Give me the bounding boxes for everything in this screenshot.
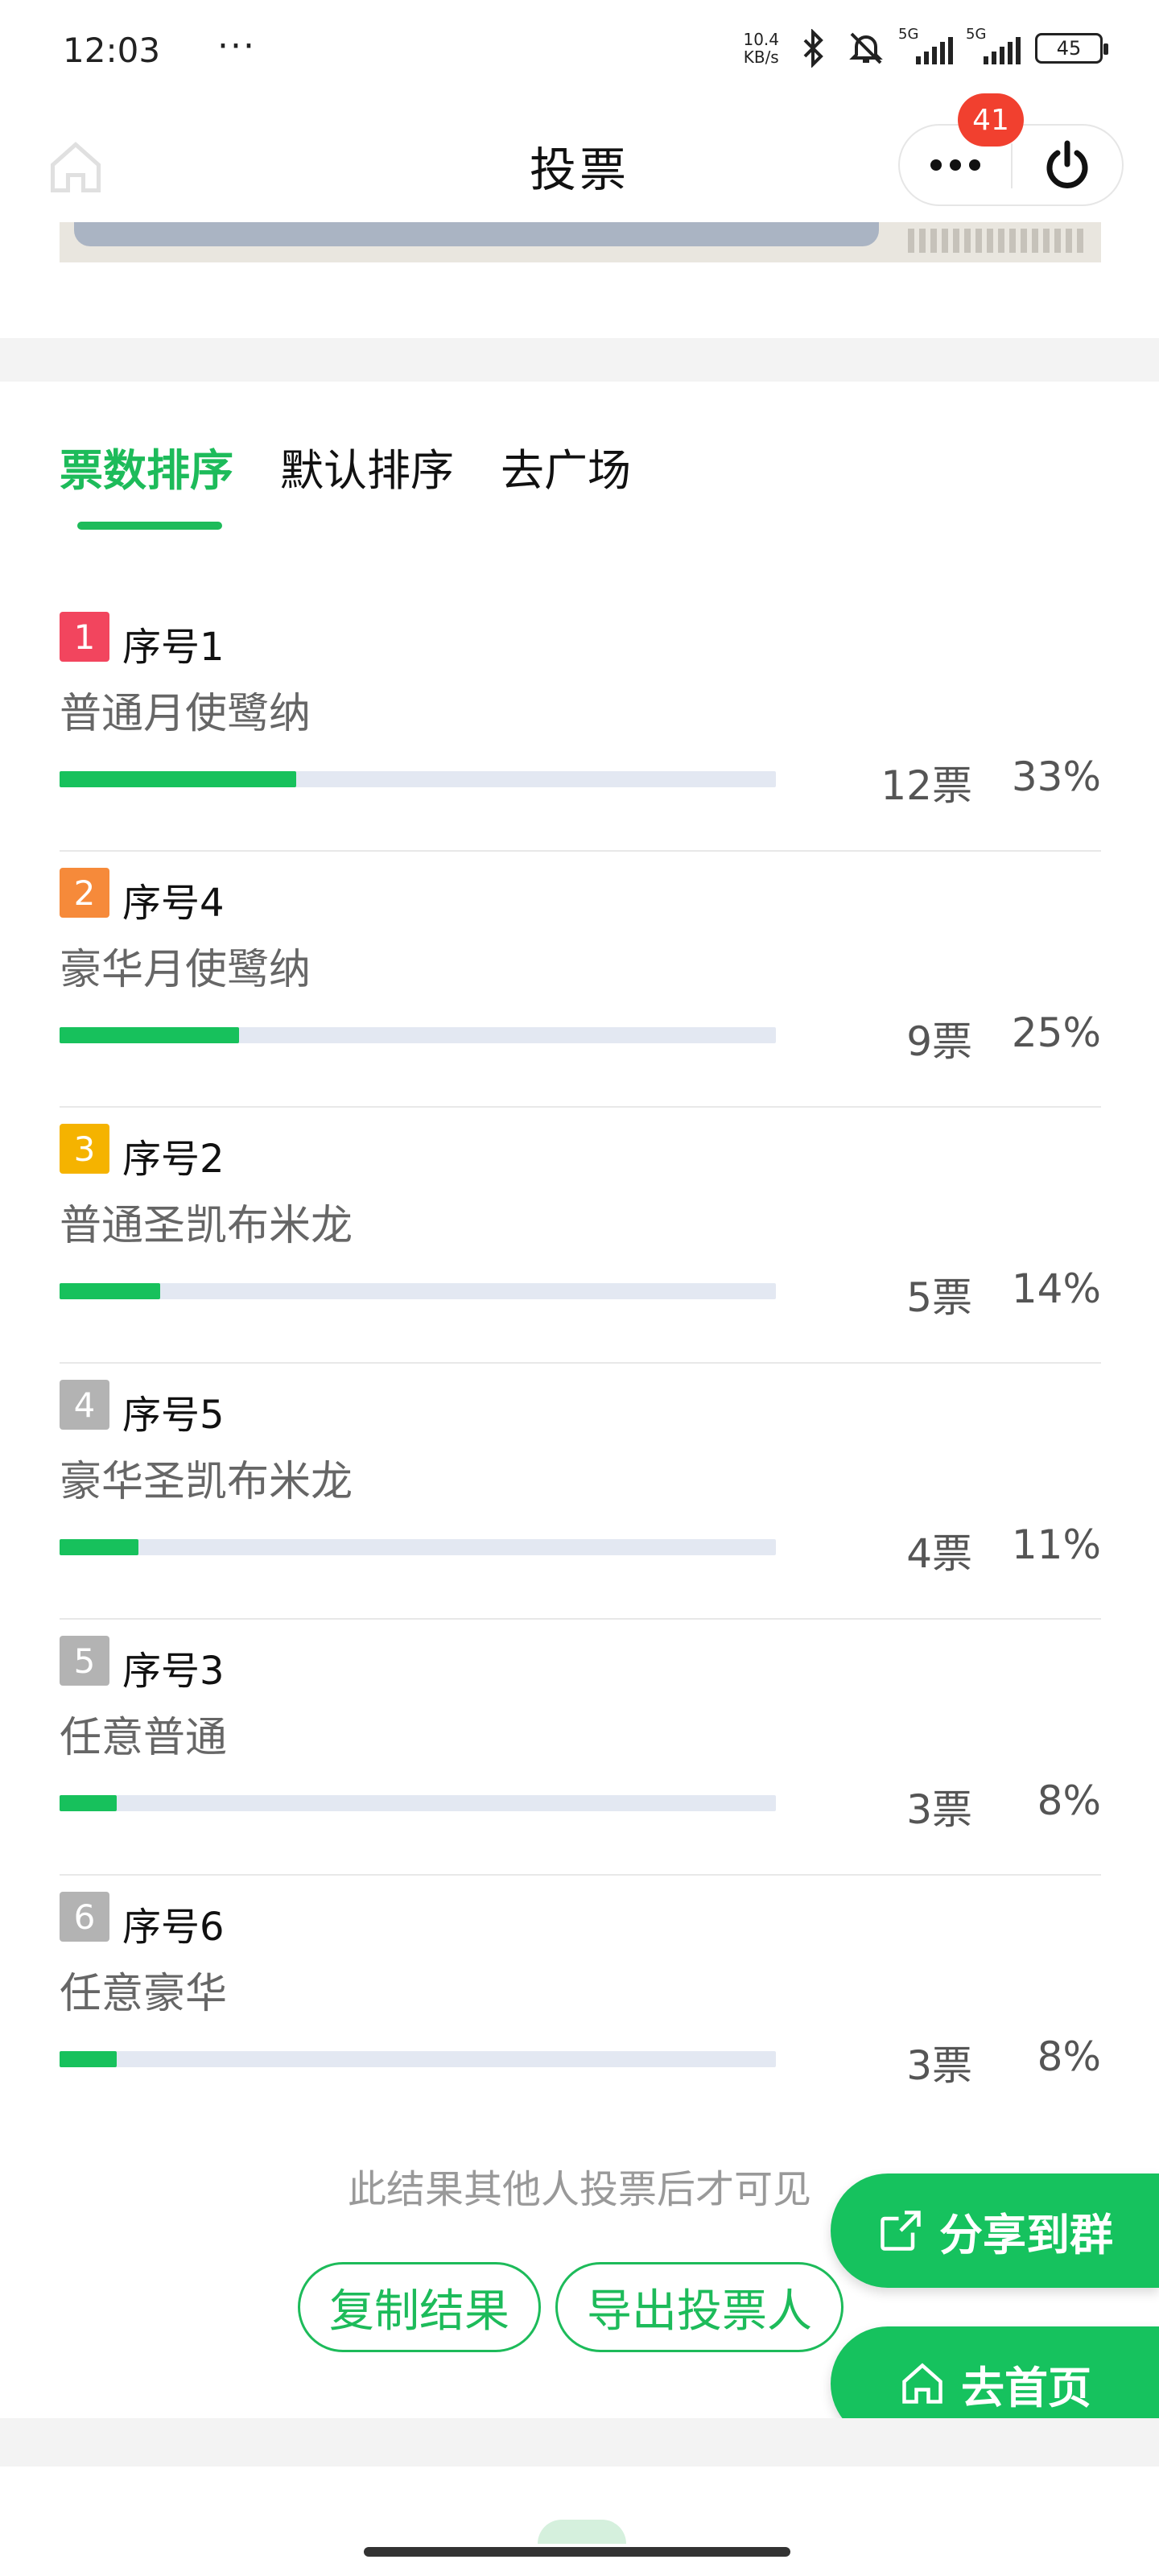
vote-percent: 11%: [1011, 1521, 1101, 1568]
status-time: 12:03: [63, 31, 161, 70]
list-item: 6 序号6 任意豪华 3票 8%: [60, 1876, 1101, 2132]
home-outline-icon: [902, 2363, 942, 2404]
sort-tabs: 票数排序 默认排序 去广场: [60, 435, 631, 514]
option-seq: 序号4: [122, 881, 225, 926]
battery-icon: 45: [1035, 33, 1108, 64]
rank-badge: 6: [60, 1892, 109, 1942]
notification-badge: 41: [958, 93, 1024, 147]
progress-track: [60, 1027, 776, 1043]
tab-vote-sort[interactable]: 票数排序: [60, 435, 233, 514]
status-right: 10.4 KB/s 5G 5G 45: [743, 24, 1108, 72]
list-item: 5 序号3 任意普通 3票 8%: [60, 1620, 1101, 1876]
list-item: 4 序号5 豪华圣凯布米龙 4票 11%: [60, 1364, 1101, 1620]
vote-percent: 14%: [1011, 1265, 1101, 1312]
progress-fill: [60, 1283, 160, 1299]
vote-percent: 33%: [1011, 753, 1101, 800]
option-seq: 序号1: [122, 625, 225, 670]
list-item: 3 序号2 普通圣凯布米龙 5票 14%: [60, 1108, 1101, 1364]
list-item: 2 序号4 豪华月使鹭纳 9票 25%: [60, 852, 1101, 1108]
power-icon[interactable]: [1013, 126, 1122, 204]
battery-level: 45: [1056, 37, 1082, 60]
progress-track: [60, 1283, 776, 1299]
option-seq: 序号5: [122, 1393, 225, 1438]
option-name: 普通月使鹭纳: [60, 690, 311, 738]
option-name: 豪华圣凯布米龙: [60, 1458, 353, 1506]
option-name: 豪华月使鹭纳: [60, 946, 311, 994]
rank-badge: 1: [60, 612, 109, 662]
option-seq: 序号6: [122, 1905, 225, 1950]
more-icon-dot: [930, 159, 942, 171]
vote-percent: 25%: [1011, 1009, 1101, 1056]
cover-image: [60, 222, 1101, 262]
export-voters-button[interactable]: 导出投票人: [555, 2262, 843, 2352]
option-seq: 序号2: [122, 1137, 225, 1182]
sim2-label: 5G: [966, 26, 987, 43]
section-divider: [0, 338, 1159, 382]
home-indicator[interactable]: [364, 2547, 790, 2557]
share-icon: [881, 2211, 921, 2251]
net-speed-unit: KB/s: [743, 47, 779, 67]
option-name: 普通圣凯布米龙: [60, 1202, 353, 1250]
progress-track: [60, 1795, 776, 1811]
bluetooth-icon: [803, 29, 823, 68]
bottom-peek-shape: [538, 2520, 626, 2544]
signal-sim2-icon: 5G: [966, 26, 1021, 64]
vote-count: 3票: [906, 2042, 972, 2089]
share-label: 分享到群: [939, 2209, 1113, 2260]
copy-result-button[interactable]: 复制结果: [298, 2262, 541, 2352]
vote-percent: 8%: [1037, 2033, 1101, 2080]
status-more-dots: ···: [217, 26, 256, 67]
progress-fill: [60, 2051, 118, 2067]
option-seq: 序号3: [122, 1649, 225, 1694]
rank-badge: 3: [60, 1124, 109, 1174]
vote-percent: 8%: [1037, 1777, 1101, 1824]
net-speed: 10.4 KB/s: [743, 31, 779, 66]
list-item: 1 序号1 普通月使鹭纳 12票 33%: [60, 596, 1101, 852]
home-label: 去首页: [961, 2362, 1091, 2413]
progress-track: [60, 1539, 776, 1555]
progress-fill: [60, 1795, 118, 1811]
result-actions: 复制结果 导出投票人: [298, 2262, 843, 2352]
results-list: 1 序号1 普通月使鹭纳 12票 33% 2 序号4 豪华月使鹭纳 9票 25%…: [60, 596, 1101, 2132]
vote-count: 3票: [906, 1786, 972, 1833]
bottom-divider: [0, 2418, 1159, 2467]
share-to-group-button[interactable]: 分享到群: [831, 2174, 1159, 2288]
progress-track: [60, 771, 776, 787]
progress-fill: [60, 1027, 239, 1043]
signal-sim1-icon: 5G: [898, 26, 953, 64]
option-name: 任意豪华: [60, 1970, 228, 2018]
tab-square[interactable]: 去广场: [501, 435, 631, 514]
rank-badge: 5: [60, 1636, 109, 1686]
sim1-label: 5G: [898, 26, 919, 43]
progress-track: [60, 2051, 776, 2067]
vote-count: 5票: [906, 1274, 972, 1321]
tab-default-sort[interactable]: 默认排序: [280, 435, 454, 514]
vote-count: 4票: [906, 1530, 972, 1577]
vote-count: 9票: [906, 1018, 972, 1065]
progress-fill: [60, 1539, 138, 1555]
vote-count: 12票: [881, 762, 972, 809]
bell-muted-icon: [849, 32, 883, 64]
rank-badge: 2: [60, 868, 109, 918]
progress-fill: [60, 771, 296, 787]
active-tab-indicator: [77, 522, 222, 530]
status-bar: 12:03 ··· 10.4 KB/s 5G 5G 45: [0, 0, 1159, 97]
option-name: 任意普通: [60, 1714, 228, 1762]
rank-badge: 4: [60, 1380, 109, 1430]
net-speed-value: 10.4: [743, 30, 779, 49]
